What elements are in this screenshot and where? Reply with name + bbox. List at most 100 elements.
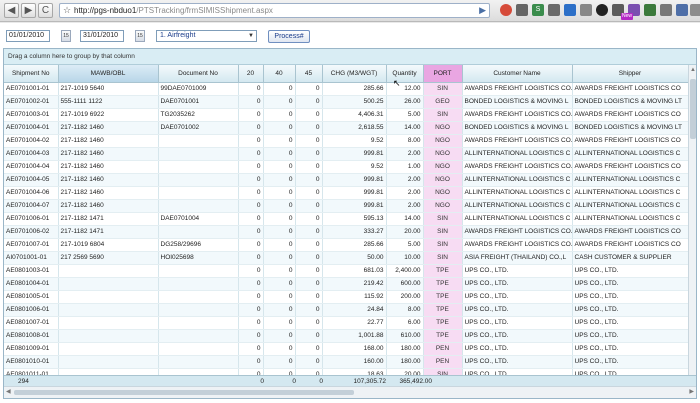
cell-mawb-obl: 217-1182 1460 xyxy=(58,199,159,213)
calendar-icon[interactable]: 15 xyxy=(61,30,71,42)
cell-port: SIN xyxy=(423,212,463,226)
cell-col-45: 0 xyxy=(295,355,323,369)
table-row[interactable]: AI0701001-01 217 2569 5690 HOI025698 0 0 0 50.… xyxy=(4,251,688,265)
cell-mawb-obl: 217-1019 6922 xyxy=(58,108,159,122)
extension-icon[interactable] xyxy=(644,4,656,16)
table-row[interactable]: AE0701002-01 555-1111 1122 DAE0701001 0 0 0 50… xyxy=(4,95,688,109)
cell-customer-name: BONDED LOGISTICS & MOVING L xyxy=(462,121,573,135)
table-row[interactable]: AE0701004-06 217-1182 1460 0 0 0 999.81 2.00 NG… xyxy=(4,186,688,200)
cell-shipper: ALLINTERNATIONAL LOGISTICS C xyxy=(572,212,688,226)
go-arrow-icon[interactable]: ▶ xyxy=(479,5,486,16)
table-row[interactable]: AE0801009-01 0 0 0 168.00 180.00 PEN UPS CO., L… xyxy=(4,342,688,356)
cell-col-45: 0 xyxy=(295,290,323,304)
cell-shipment-no: AE0801007-01 xyxy=(4,316,59,330)
reload-icon[interactable]: C xyxy=(38,3,53,18)
forward-icon[interactable]: ▶ xyxy=(21,3,36,18)
cell-quantity: 1.00 xyxy=(386,160,424,174)
cell-port: PEN xyxy=(423,342,463,356)
column-header-col-40[interactable]: 40 xyxy=(263,65,296,83)
table-row[interactable]: AE0801004-01 0 0 0 219.42 600.00 TPE UPS CO., L… xyxy=(4,277,688,291)
mode-select[interactable]: 1. Airfreight ▼ xyxy=(156,30,257,42)
column-header-shipper[interactable]: Shipper xyxy=(572,65,688,83)
cell-col-20: 0 xyxy=(238,121,264,135)
scroll-thumb[interactable] xyxy=(14,390,354,395)
extension-icon[interactable] xyxy=(564,4,576,16)
cell-customer-name: AWARDS FREIGHT LOGISTICS CO. xyxy=(462,238,573,252)
table-row[interactable]: AE0701003-01 217-1019 6922 TG2035262 0 0 0 4,4… xyxy=(4,108,688,122)
cell-mawb-obl: 217-1182 1460 xyxy=(58,134,159,148)
table-row[interactable]: AE0701001-01 217-1019 5640 99DAE0701009 0 0 0… xyxy=(4,82,688,96)
column-header-chg[interactable]: CHG (M3/WGT) xyxy=(322,65,387,83)
address-bar[interactable]: ☆ http://pgs-nbduo1/PTSTracking/frmSIMIS… xyxy=(59,3,490,18)
table-row[interactable]: AE0701006-01 217-1182 1471 DAE0701004 0 0 0 59… xyxy=(4,212,688,226)
cell-col-40: 0 xyxy=(263,147,296,161)
cell-col-40: 0 xyxy=(263,121,296,135)
scroll-up-icon[interactable]: ▲ xyxy=(690,67,696,73)
cell-col-45: 0 xyxy=(295,134,323,148)
cell-col-20: 0 xyxy=(238,173,264,187)
table-row[interactable]: AE0701004-03 217-1182 1460 0 0 0 999.81 2.00 NG… xyxy=(4,147,688,161)
scroll-left-icon[interactable]: ◀ xyxy=(6,388,11,395)
table-row[interactable]: AE0701004-01 217-1182 1460 DAE0701002 0 0 0 2,… xyxy=(4,121,688,135)
table-row[interactable]: AE0801011-01 0 0 0 18.63 20.00 SIN UPS CO., LTD… xyxy=(4,368,688,375)
page-menu-icon[interactable] xyxy=(676,4,688,16)
cell-port: SIN xyxy=(423,225,463,239)
extension-icon[interactable] xyxy=(516,4,528,16)
extension-icon[interactable] xyxy=(548,4,560,16)
column-header-mawb-obl[interactable]: MAWB/OBL xyxy=(58,65,159,83)
date-to-field[interactable]: 31/01/2010 xyxy=(80,30,124,42)
table-row[interactable]: AE0701006-02 217-1182 1471 0 0 0 333.27 20.00 S… xyxy=(4,225,688,239)
cell-shipper: AWARDS FREIGHT LOGISTICS CO xyxy=(572,108,688,122)
new-badge: New xyxy=(621,13,633,20)
table-row[interactable]: AE0801005-01 0 0 0 115.92 200.00 TPE UPS CO., L… xyxy=(4,290,688,304)
wrench-icon[interactable] xyxy=(690,4,700,16)
extension-icon[interactable]: S xyxy=(532,4,544,16)
cell-document-no: DAE0701002 xyxy=(158,121,239,135)
cell-col-45: 0 xyxy=(295,238,323,252)
cell-document-no xyxy=(158,368,239,375)
extension-icon[interactable] xyxy=(660,4,672,16)
column-header-port[interactable]: PORT xyxy=(423,65,463,83)
bookmark-star-icon[interactable]: ☆ xyxy=(63,5,71,16)
column-header-quantity[interactable]: Quantity xyxy=(386,65,424,83)
extension-icon[interactable] xyxy=(500,4,512,16)
cell-col-20: 0 xyxy=(238,225,264,239)
table-row[interactable]: AE0701004-02 217-1182 1460 0 0 0 9.52 8.00 NGO A… xyxy=(4,134,688,148)
cell-mawb-obl xyxy=(58,290,159,304)
scroll-right-icon[interactable]: ▶ xyxy=(689,388,694,395)
table-row[interactable]: AE0701007-01 217-1019 6804 DG258/29696 0 0 0 2… xyxy=(4,238,688,252)
cell-col-20: 0 xyxy=(238,95,264,109)
cell-chg: 285.66 xyxy=(322,238,387,252)
cell-col-40: 0 xyxy=(263,303,296,317)
cell-customer-name: AWARDS FREIGHT LOGISTICS CO. xyxy=(462,225,573,239)
cell-col-20: 0 xyxy=(238,303,264,317)
extension-icon[interactable] xyxy=(596,4,608,16)
cell-col-20: 0 xyxy=(238,108,264,122)
vertical-scrollbar[interactable]: ▲ xyxy=(688,65,696,375)
scroll-thumb[interactable] xyxy=(690,79,696,139)
table-row[interactable]: AE0801008-01 0 0 0 1,001.88 610.00 TPE UPS CO.,… xyxy=(4,329,688,343)
table-row[interactable]: AE0801006-01 0 0 0 24.84 8.00 TPE UPS CO., LTD.… xyxy=(4,303,688,317)
date-from-field[interactable]: 01/01/2010 xyxy=(6,30,50,42)
column-header-col-20[interactable]: 20 xyxy=(238,65,264,83)
table-row[interactable]: AE0701004-07 217-1182 1460 0 0 0 999.81 2.00 NG… xyxy=(4,199,688,213)
column-header-shipment-no[interactable]: Shipment No xyxy=(4,65,59,83)
cell-col-40: 0 xyxy=(263,173,296,187)
table-row[interactable]: AE0701004-04 217-1182 1460 0 0 0 9.52 1.00 NGO A… xyxy=(4,160,688,174)
table-row[interactable]: AE0801010-01 0 0 0 160.00 180.00 PEN UPS CO., L… xyxy=(4,355,688,369)
table-row[interactable]: AE0801003-01 0 0 0 681.03 2,400.00 TPE UPS CO.,… xyxy=(4,264,688,278)
horizontal-scrollbar[interactable]: ◀ ▶ xyxy=(4,386,696,398)
process-button[interactable]: Process# xyxy=(268,30,310,43)
calendar-icon[interactable]: 15 xyxy=(135,30,145,42)
cell-shipment-no: AE0801005-01 xyxy=(4,290,59,304)
extension-icon[interactable] xyxy=(580,4,592,16)
group-by-panel[interactable]: Drag a column here to group by that colu… xyxy=(4,49,696,65)
column-header-customer-name[interactable]: Customer Name xyxy=(462,65,573,83)
cell-shipper: AWARDS FREIGHT LOGISTICS CO xyxy=(572,134,688,148)
cell-col-45: 0 xyxy=(295,147,323,161)
table-row[interactable]: AE0801007-01 0 0 0 22.77 6.00 TPE UPS CO., LTD.… xyxy=(4,316,688,330)
table-row[interactable]: AE0701004-05 217-1182 1460 0 0 0 999.81 2.00 NG… xyxy=(4,173,688,187)
back-icon[interactable]: ◀ xyxy=(4,3,19,18)
column-header-document-no[interactable]: Document No xyxy=(158,65,239,83)
column-header-col-45[interactable]: 45 xyxy=(295,65,323,83)
